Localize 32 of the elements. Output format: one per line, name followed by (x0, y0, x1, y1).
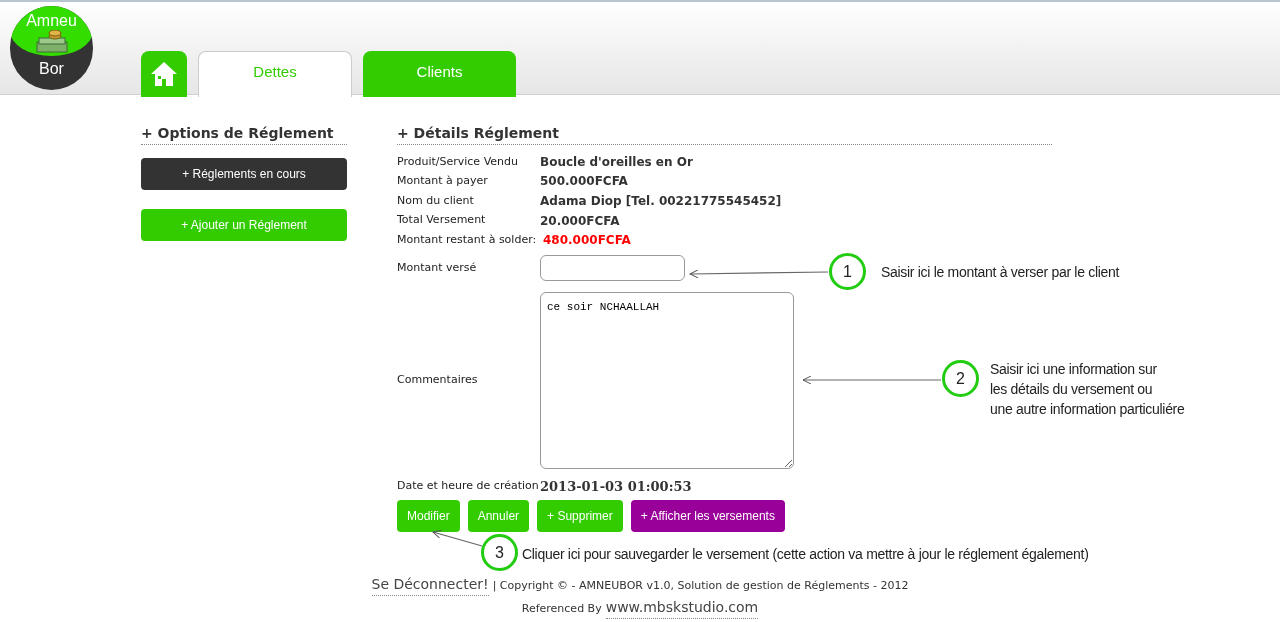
logo-text: Amneu (26, 12, 77, 30)
field-label: Montant à payer (397, 173, 489, 190)
field-label: Total Versement (397, 212, 487, 229)
comments-textarea[interactable]: ce soir NCHAALLAH (540, 291, 794, 469)
field-value: 480.000FCFA (543, 232, 631, 250)
section-heading: + Détails Réglement (397, 123, 1052, 145)
field-label: Date et heure de création (397, 478, 540, 495)
action-button[interactable]: + Afficher les versements (630, 500, 785, 533)
number-badge: 3 (481, 534, 518, 571)
copyright-text: | Copyright © - AMNEUBOR v1.0, Solution de gestion de Réglements - 2012 (492, 578, 909, 594)
number-badge: 1 (829, 253, 866, 290)
logo[interactable]: Amneu Bor (10, 6, 93, 90)
annotation-text: Saisir ici le montant à verser par le client (881, 263, 1120, 282)
field-label: Produit/Service Vendu (397, 153, 519, 170)
field-label: Montant versé (397, 259, 478, 276)
field-label: Nom du client (397, 192, 475, 209)
annotation-text: Cliquer ici pour sauvegarder le versement (cette action va mettre à jour le réglement également) (522, 545, 1089, 564)
field-label: Montant restant à solder: (397, 231, 538, 248)
logo-text: Bor (39, 60, 64, 78)
website-link[interactable]: www.mbskstudio.com (605, 597, 759, 619)
field-value: 2013-01-03 01:00:53 (540, 477, 692, 496)
field-value: 500.000FCFA (540, 173, 628, 191)
logout-link[interactable]: Se Déconnecter! (371, 574, 489, 596)
number-badge: 2 (942, 360, 979, 397)
field-value: Boucle d'oreilles en Or (540, 153, 693, 171)
section-heading: + Options de Réglement (141, 123, 347, 145)
field-value: 20.000FCFA (540, 212, 620, 230)
field-label: Commentaires (397, 372, 479, 389)
sidebar-button[interactable]: + Réglements en cours (141, 158, 347, 190)
annotation-text: Saisir ici une information sur les détails du versement ou une autre information particuliére (990, 360, 1185, 419)
referenced-text: Referenced By (521, 601, 602, 617)
field-value: Adama Diop [Tel. 00221775545452] (540, 193, 782, 210)
